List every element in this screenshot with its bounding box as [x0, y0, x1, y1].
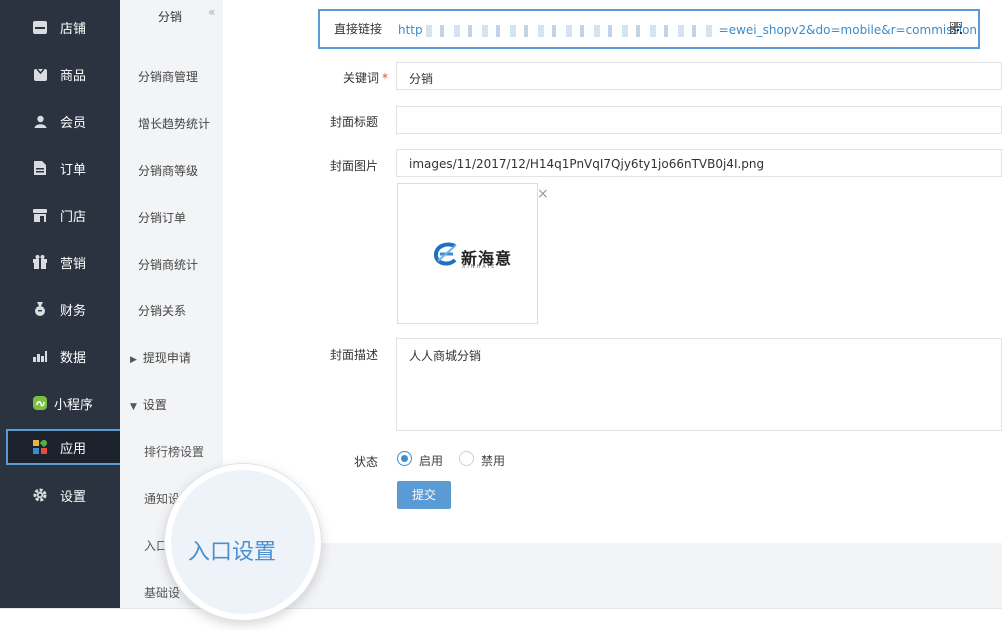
shop-icon	[33, 20, 47, 34]
redacted-url-segment	[425, 24, 716, 37]
miniprogram-icon	[33, 396, 47, 410]
remove-image-icon[interactable]: ×	[537, 186, 549, 202]
required-mark: *	[382, 71, 388, 85]
qrcode-icon[interactable]	[950, 22, 962, 34]
keyword-label-text: 关键词	[342, 71, 379, 85]
direct-link-box: 直接链接 http =ewei_shopv2&do=mobile&r=commis…	[318, 9, 980, 49]
status-disabled-radio[interactable]	[459, 451, 474, 466]
cover-image-thumbnail[interactable]: 新海意 XINHAIE	[397, 183, 538, 324]
store-icon	[33, 208, 47, 222]
apps-icon	[33, 440, 47, 454]
main-sidebar: 店铺 商品 会员 订单 门店 营销 财务 数据 小程序 应用 设置	[0, 0, 125, 608]
nav-label: 店铺	[60, 21, 87, 37]
magnifier-callout: 入口设置	[165, 464, 321, 620]
subnav-item-ranking-settings[interactable]: 排行榜设置	[144, 443, 204, 460]
nav-item-miniprogram[interactable]: 小程序	[0, 385, 120, 421]
goods-icon	[33, 67, 47, 81]
nav-label: 会员	[60, 115, 87, 131]
keyword-label: 关键词 *	[253, 69, 388, 86]
direct-link-label: 直接链接	[334, 22, 383, 36]
data-icon	[33, 349, 47, 363]
nav-item-apps[interactable]: 应用	[6, 429, 125, 465]
nav-label: 应用	[60, 441, 87, 457]
nav-item-order[interactable]: 订单	[0, 150, 120, 186]
nav-item-marketing[interactable]: 营销	[0, 244, 120, 280]
cover-image-path-input[interactable]: images/11/2017/12/H14q1PnVqI7Qjy6ty1jo66…	[396, 149, 1002, 177]
submit-button[interactable]: 提交	[397, 481, 451, 509]
nav-label: 订单	[60, 162, 87, 178]
nav-item-member[interactable]: 会员	[0, 103, 120, 139]
subnav-item-growth-stats[interactable]: 增长趋势统计	[138, 115, 210, 132]
direct-link-suffix: =ewei_shopv2&do=mobile&r=commission	[718, 23, 978, 37]
nav-label: 小程序	[54, 397, 94, 413]
nav-label: 财务	[60, 303, 87, 319]
magnified-entry-settings-label: 入口设置	[188, 540, 277, 565]
collapse-sidebar-icon[interactable]: «	[208, 5, 224, 21]
subnav-item-distributor-stats[interactable]: 分销商统计	[138, 256, 198, 273]
subnav-item-distribution-orders[interactable]: 分销订单	[138, 209, 186, 226]
nav-item-shop[interactable]: 店铺	[0, 9, 120, 45]
nav-item-settings[interactable]: 设置	[0, 477, 120, 513]
keyword-input[interactable]: 分销	[396, 62, 1002, 90]
subnav-group-settings[interactable]: ▼ 设置	[130, 396, 167, 413]
caret-down-icon: ▼	[130, 402, 137, 412]
subnav-group-withdraw[interactable]: ▶ 提现申请	[130, 349, 191, 366]
cover-title-input[interactable]	[396, 106, 1002, 134]
brand-logo-mark-icon	[434, 242, 457, 266]
nav-label: 设置	[60, 489, 87, 505]
nav-label: 门店	[60, 209, 87, 225]
subnav-group-label: 设置	[142, 398, 167, 412]
gift-icon	[33, 255, 47, 269]
nav-label: 数据	[60, 350, 87, 366]
gear-icon	[33, 488, 47, 502]
cover-desc-textarea[interactable]: 人人商城分销	[396, 338, 1002, 431]
direct-link-prefix: http	[398, 23, 423, 37]
status-disabled-label[interactable]: 禁用	[481, 452, 505, 469]
subnav-group-label: 提现申请	[142, 351, 191, 365]
nav-label: 营销	[60, 256, 87, 272]
content-area	[243, 0, 1002, 608]
finance-icon	[33, 302, 47, 316]
brand-logo: 新海意 XINHAIE	[433, 242, 513, 272]
subnav-item-distributor-level[interactable]: 分销商等级	[138, 162, 198, 179]
brand-logo-subtext: XINHAIE	[462, 264, 497, 270]
subnav-item-distribution-relations[interactable]: 分销关系	[138, 302, 186, 319]
caret-right-icon: ▶	[130, 355, 137, 365]
member-icon	[33, 114, 47, 128]
order-icon	[33, 161, 47, 175]
nav-label: 商品	[60, 68, 87, 84]
subnav-title: 分销	[158, 10, 183, 24]
nav-item-data[interactable]: 数据	[0, 338, 120, 374]
direct-link-url[interactable]: http =ewei_shopv2&do=mobile&r=commission	[398, 23, 977, 37]
status-enabled-radio[interactable]	[397, 451, 412, 466]
nav-item-finance[interactable]: 财务	[0, 291, 120, 327]
nav-item-store[interactable]: 门店	[0, 197, 120, 233]
subnav-item-distributor-management[interactable]: 分销商管理	[138, 68, 198, 85]
subnav-item-basic-settings[interactable]: 基础设	[144, 584, 180, 601]
footer-band	[223, 543, 1002, 608]
cover-title-label: 封面标题	[329, 115, 378, 129]
status-enabled-label[interactable]: 启用	[419, 452, 443, 469]
bottom-strip	[0, 608, 1002, 630]
cover-desc-label: 封面描述	[329, 348, 378, 362]
cover-image-label: 封面图片	[329, 159, 378, 173]
nav-item-goods[interactable]: 商品	[0, 56, 120, 92]
